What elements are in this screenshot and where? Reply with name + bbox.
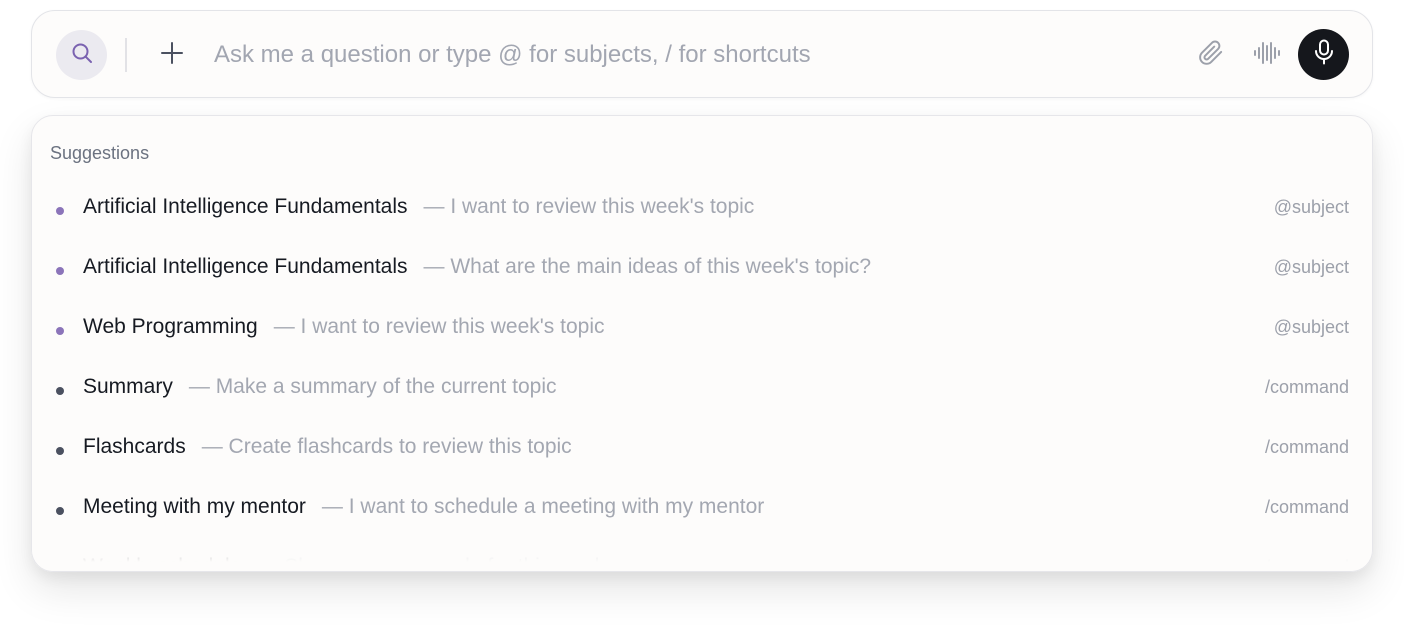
command-dot-icon	[56, 387, 64, 395]
microphone-icon	[1313, 39, 1335, 70]
voice-mode-button[interactable]	[1247, 37, 1287, 73]
command-dot-icon	[56, 447, 64, 455]
suggestion-item[interactable]: Meeting with my mentor — I want to schedu…	[32, 477, 1372, 537]
suggestion-type-tag: @subject	[1273, 256, 1349, 277]
suggestion-name: Summary	[83, 375, 173, 398]
suggestion-name: Meeting with my mentor	[83, 495, 306, 518]
suggestion-item[interactable]: Artificial Intelligence Fundamentals — I …	[32, 177, 1372, 237]
divider	[125, 38, 127, 72]
suggestion-type-tag: /command	[1264, 376, 1349, 397]
search-button[interactable]	[56, 30, 107, 80]
suggestion-type-tag: /command	[1264, 496, 1349, 517]
suggestion-item[interactable]: Flashcards — Create flashcards to review …	[32, 417, 1372, 477]
suggestion-item[interactable]: Web Programming — I want to review this w…	[32, 297, 1372, 357]
subject-dot-icon	[56, 327, 64, 335]
command-dot-icon	[56, 567, 64, 571]
plus-icon	[161, 41, 183, 69]
suggestion-type-tag: @subject	[1273, 196, 1349, 217]
suggestion-description: — Make a summary of the current topic	[188, 375, 557, 398]
suggestion-name: Flashcards	[83, 435, 186, 458]
microphone-button[interactable]	[1298, 29, 1349, 80]
suggestion-name: Web Programming	[83, 315, 258, 338]
suggestions-title: Suggestions	[50, 143, 150, 163]
waveform-icon	[1253, 40, 1281, 71]
suggestions-list: Artificial Intelligence Fundamentals — I …	[32, 177, 1372, 572]
suggestion-type-tag: /command	[1264, 436, 1349, 457]
suggestion-description: — I want to schedule a meeting with my m…	[321, 495, 765, 518]
suggestions-panel: Suggestions Artificial Intelligence Fund…	[31, 115, 1373, 572]
subject-dot-icon	[56, 267, 64, 275]
search-icon	[70, 41, 94, 70]
attach-button[interactable]	[1191, 37, 1231, 73]
command-dot-icon	[56, 507, 64, 515]
suggestion-name: Weekly schedule	[83, 555, 242, 572]
suggestion-description: — Show me my agenda for this week	[257, 555, 606, 572]
suggestion-description: — Create flashcards to review this topic	[201, 435, 572, 458]
suggestion-description: — What are the main ideas of this week's…	[423, 255, 872, 278]
paperclip-icon	[1198, 40, 1224, 71]
suggestion-item[interactable]: Weekly schedule — Show me my agenda for t…	[32, 537, 1372, 572]
suggestion-item[interactable]: Summary — Make a summary of the current t…	[32, 357, 1372, 417]
suggestion-type-tag: /command	[1264, 556, 1349, 572]
suggestion-type-tag: @subject	[1273, 316, 1349, 337]
add-button[interactable]	[152, 35, 192, 75]
suggestion-name: Artificial Intelligence Fundamentals	[83, 255, 408, 278]
suggestion-description: — I want to review this week's topic	[273, 315, 605, 338]
suggestion-item[interactable]: Artificial Intelligence Fundamentals — Wh…	[32, 237, 1372, 297]
suggestion-name: Artificial Intelligence Fundamentals	[83, 195, 408, 218]
chat-input[interactable]	[214, 35, 1154, 75]
chat-input-bar	[31, 10, 1373, 98]
subject-dot-icon	[56, 207, 64, 215]
suggestion-description: — I want to review this week's topic	[423, 195, 755, 218]
